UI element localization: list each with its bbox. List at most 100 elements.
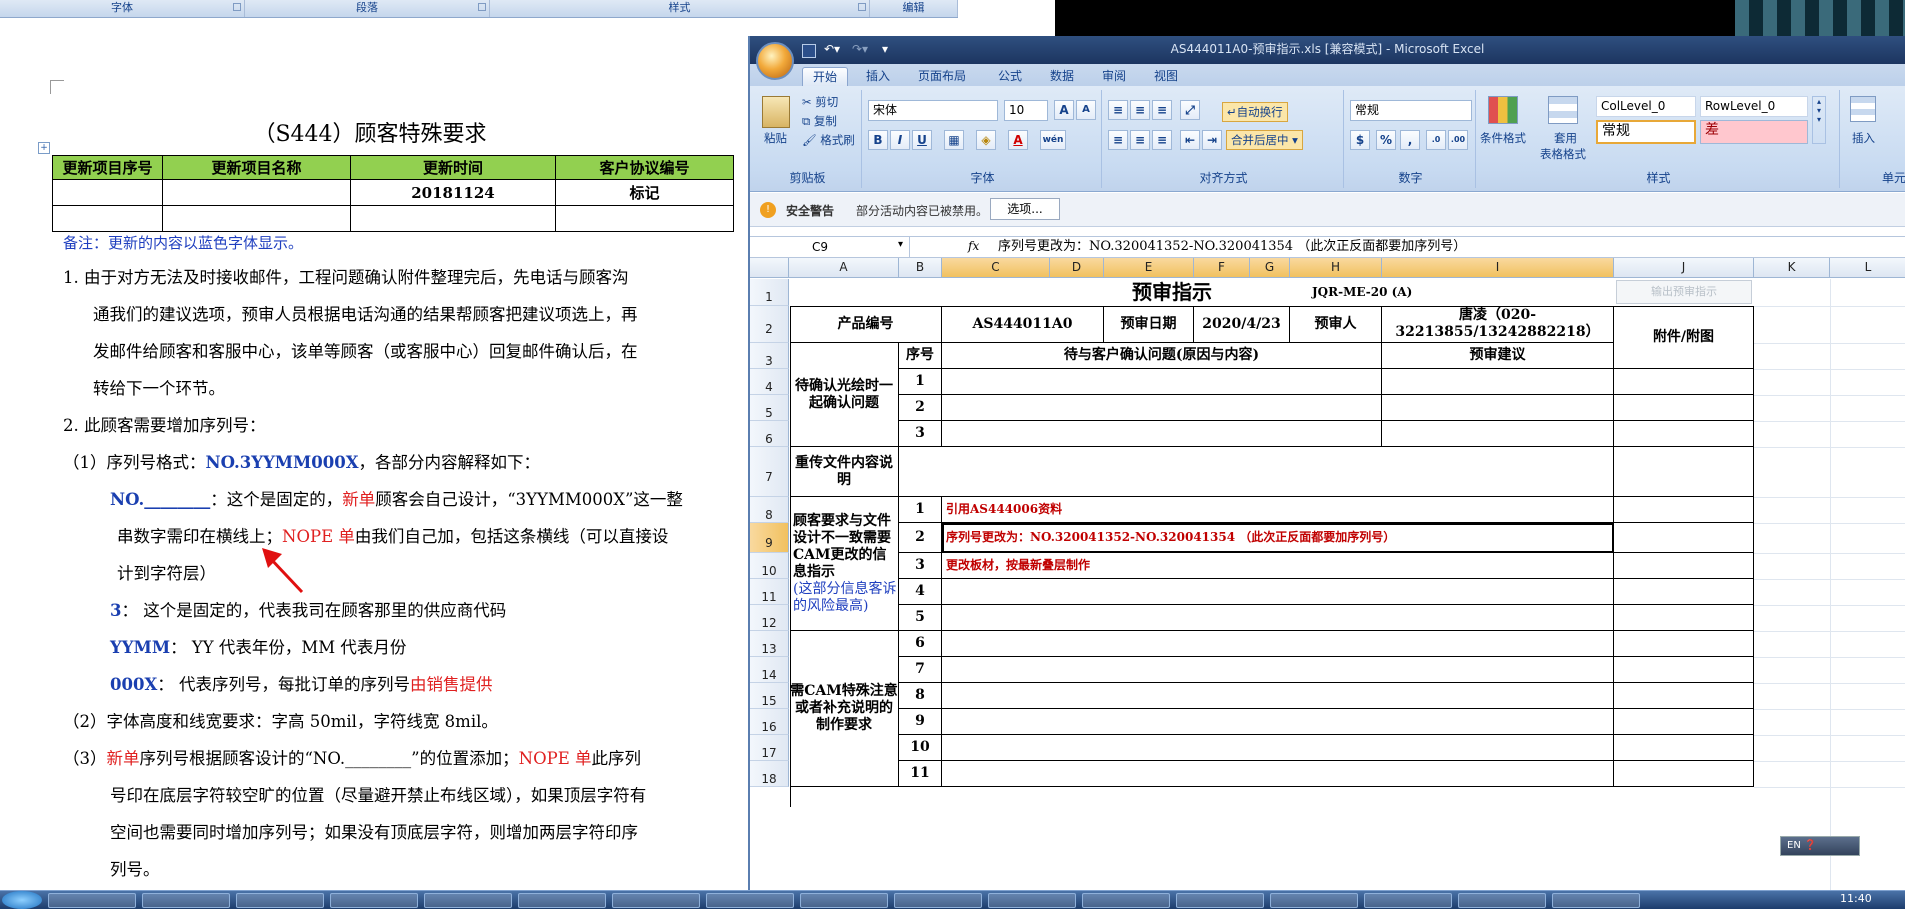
row-header[interactable]: 13 — [750, 631, 789, 657]
row-header[interactable]: 6 — [750, 421, 789, 447]
taskbar-item[interactable] — [1176, 893, 1264, 908]
seq-cell[interactable]: 1 — [899, 369, 942, 395]
instruction-cell[interactable] — [942, 605, 1614, 631]
copy-button[interactable]: ⧉ 复制 — [802, 113, 837, 129]
paste-button[interactable]: 粘贴 — [764, 130, 787, 146]
insert-cells-icon[interactable] — [1850, 96, 1876, 122]
advice-cell[interactable] — [1382, 395, 1614, 421]
taskbar-item[interactable] — [894, 893, 982, 908]
sheet-title-row[interactable]: 预审指示 JQR-ME-20 (A) — [942, 279, 1614, 306]
table-cell[interactable] — [162, 205, 351, 232]
export-button[interactable]: 输出预审指示 — [1616, 280, 1752, 304]
customize-qat-icon[interactable]: ▾ — [882, 42, 888, 56]
attachment-cell[interactable] — [1614, 657, 1754, 683]
attachment-cell[interactable] — [1614, 579, 1754, 605]
attachment-cell[interactable] — [1614, 761, 1754, 787]
advice-cell[interactable] — [1382, 369, 1614, 395]
row-header[interactable]: 14 — [750, 657, 789, 683]
function-icon[interactable]: fx — [968, 239, 979, 253]
shrink-font-button[interactable]: A — [1076, 100, 1096, 120]
attachment-cell[interactable] — [1614, 395, 1754, 421]
reviewer-label-cell[interactable]: 预审人 — [1290, 306, 1382, 343]
row-header[interactable]: 15 — [750, 683, 789, 709]
attachment-cell[interactable] — [1614, 709, 1754, 735]
update-table[interactable]: 更新项目序号 更新项目名称 更新时间 客户协议编号 20181124 标记 — [52, 155, 734, 232]
tab-page-layout[interactable]: 页面布局 — [908, 67, 976, 86]
table-cell[interactable] — [162, 179, 351, 206]
reviewer-cell[interactable]: 唐凌（020-32213855/13242882218） — [1382, 306, 1614, 343]
section-1-cell[interactable]: 待确认光绘时一起确认问题 — [790, 343, 899, 447]
row-header[interactable]: 18 — [750, 761, 789, 787]
advice-header-cell[interactable]: 预审建议 — [1382, 343, 1614, 369]
word-group-paragraph[interactable]: 段落 — [245, 0, 490, 17]
instruction-cell[interactable] — [942, 709, 1614, 735]
decrease-decimal-icon[interactable]: .00 — [1448, 130, 1468, 150]
seq-cell[interactable]: 8 — [899, 683, 942, 709]
border-icon[interactable]: ▦ — [944, 130, 964, 150]
taskbar-item[interactable] — [1270, 893, 1358, 908]
increase-indent-icon[interactable]: ⇥ — [1202, 130, 1222, 150]
taskbar-item[interactable] — [142, 893, 230, 908]
align-right-icon[interactable]: ≡ — [1152, 130, 1172, 150]
tab-view[interactable]: 视图 — [1144, 67, 1188, 86]
seq-cell[interactable]: 1 — [899, 497, 942, 523]
underline-button[interactable]: U — [912, 130, 932, 150]
reupload-cell[interactable] — [899, 447, 1614, 497]
column-header[interactable]: K — [1754, 258, 1830, 278]
font-color-icon[interactable]: A — [1008, 130, 1028, 150]
row-header[interactable]: 11 — [750, 579, 789, 605]
attachment-cell[interactable] — [1614, 447, 1754, 497]
instruction-cell[interactable] — [942, 761, 1614, 787]
seq-cell[interactable]: 3 — [899, 421, 942, 447]
insert-button[interactable]: 插入 — [1852, 130, 1875, 146]
table-cell[interactable] — [350, 205, 556, 232]
column-header[interactable]: L — [1830, 258, 1905, 278]
question-cell[interactable] — [942, 421, 1382, 447]
attachment-cell[interactable] — [1614, 553, 1754, 579]
instruction-cell[interactable] — [942, 683, 1614, 709]
comma-button[interactable]: , — [1400, 130, 1420, 150]
paste-icon[interactable] — [762, 96, 790, 128]
seq-cell[interactable]: 11 — [899, 761, 942, 787]
question-cell[interactable] — [942, 369, 1382, 395]
table-cell[interactable] — [555, 205, 734, 232]
table-cell[interactable] — [52, 205, 163, 232]
ime-toolbar[interactable]: EN ❓ — [1780, 836, 1860, 856]
spreadsheet-grid[interactable]: A B C D E F G H I J K L 1 2 3 4 5 6 7 8 9 10 11 12 1… — [750, 258, 1905, 890]
format-as-table-button[interactable]: 套用 — [1554, 130, 1577, 146]
seq-cell[interactable]: 2 — [899, 523, 942, 553]
tab-home[interactable]: 开始 — [802, 67, 849, 86]
row-header[interactable]: 3 — [750, 343, 789, 369]
product-label-cell[interactable]: 产品编号 — [790, 306, 942, 343]
instruction-cell[interactable] — [942, 631, 1614, 657]
taskbar-item[interactable] — [330, 893, 418, 908]
tab-insert[interactable]: 插入 — [856, 67, 900, 86]
attachment-cell[interactable] — [1614, 605, 1754, 631]
align-center-icon[interactable]: ≡ — [1130, 130, 1150, 150]
seq-cell[interactable]: 6 — [899, 631, 942, 657]
office-button-icon[interactable] — [756, 42, 794, 80]
seq-cell[interactable]: 3 — [899, 553, 942, 579]
conditional-format-button[interactable]: 条件格式 — [1480, 130, 1526, 146]
column-header[interactable]: J — [1614, 258, 1754, 278]
attachment-cell[interactable] — [1614, 683, 1754, 709]
options-button[interactable]: 选项... — [990, 198, 1060, 220]
seq-cell[interactable]: 7 — [899, 657, 942, 683]
word-group-edit[interactable]: 编辑 — [870, 0, 958, 17]
advice-cell[interactable] — [1382, 421, 1614, 447]
style-normal[interactable]: 常规 — [1596, 120, 1696, 144]
style-rowlevel[interactable]: RowLevel_0 — [1700, 96, 1808, 117]
row-header[interactable]: 8 — [750, 497, 789, 523]
word-group-styles[interactable]: 样式 — [490, 0, 870, 17]
number-format-select[interactable]: 常规 — [1350, 100, 1472, 121]
column-header[interactable]: G — [1250, 258, 1290, 278]
redo-icon[interactable]: ↷▾ — [852, 42, 868, 56]
style-gallery-scroll[interactable]: ▴ ▾ ▾ — [1812, 96, 1826, 144]
increase-decimal-icon[interactable]: .0 — [1426, 130, 1446, 150]
instruction-cell[interactable]: 更改板材，按最新叠层制作 — [942, 553, 1614, 579]
row-header[interactable]: 1 — [750, 279, 789, 306]
seq-cell[interactable]: 4 — [899, 579, 942, 605]
product-cell[interactable]: AS444011A0 — [942, 306, 1104, 343]
save-icon[interactable] — [802, 44, 816, 58]
attachment-cell[interactable] — [1614, 369, 1754, 395]
